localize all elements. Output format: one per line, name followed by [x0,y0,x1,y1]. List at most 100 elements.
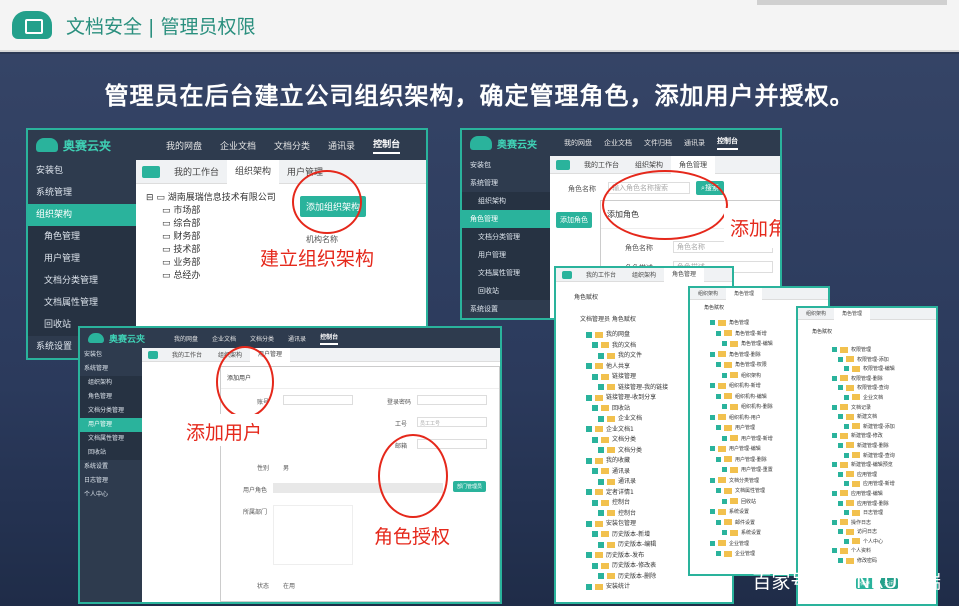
checkbox-checked-icon[interactable] [710,446,715,451]
checkbox-checked-icon[interactable] [592,373,598,380]
sidebar-item-org[interactable]: 组织架构 [80,376,142,390]
tree-node[interactable]: 我的文件 [586,351,668,362]
sidebar-item-install[interactable]: 安装包 [80,348,142,362]
checkbox-checked-icon[interactable] [710,414,715,420]
tree-node[interactable]: 文档记录 [832,404,895,414]
checkbox-checked-icon[interactable] [844,538,849,544]
checkbox-checked-icon[interactable] [838,529,843,535]
tree-node[interactable]: 用户管理-编辑 [710,444,773,455]
tree-node[interactable]: 应用管理-编辑 [832,490,895,500]
tree-node[interactable]: 新建管理-添加 [832,423,895,433]
tree-node[interactable]: 文档属性管理 [710,486,773,497]
permission-tree[interactable]: 我的网盘 我的文档 我的文件 他人共享 链接管理 链接管理-我的链接 链接管理-收到分享 回收… [586,330,668,593]
checkbox-checked-icon[interactable] [710,477,715,483]
checkbox-checked-icon[interactable] [832,462,837,468]
checkbox-checked-icon[interactable] [722,404,727,409]
tree-node[interactable]: 控制台 [586,498,668,509]
checkbox-checked-icon[interactable] [832,433,837,439]
sidebar-item-doc-cat[interactable]: 文档分类管理 [462,228,550,246]
tree-node[interactable]: 用户管理-重置 [710,465,773,476]
checkbox-checked-icon[interactable] [592,531,598,537]
checkbox-checked-icon[interactable] [832,519,837,525]
tree-node[interactable]: ▭ 财务部 [146,231,276,244]
tree-node[interactable]: 权限管理-编辑 [832,365,895,375]
tree-node[interactable]: 企业文档 [832,394,895,404]
checkbox-checked-icon[interactable] [586,552,592,558]
add-role-button[interactable]: 添加角色 [556,212,592,228]
nav-console[interactable]: 控制台 [373,137,401,154]
sidebar-item-recycle[interactable]: 回收站 [80,446,142,460]
tree-node[interactable]: 用户管理-删除 [710,455,773,466]
checkbox-checked-icon[interactable] [838,471,843,477]
checkbox-checked-icon[interactable] [844,394,849,400]
sidebar-item-role[interactable]: 角色管理 [28,226,136,248]
checkbox-checked-icon[interactable] [722,498,727,504]
tree-node[interactable]: 回收站 [710,497,773,508]
checkbox-checked-icon[interactable] [586,331,592,338]
permission-tree[interactable]: 权限管理 权限管理-添加 权限管理-编辑 权限管理-删除 权限管理-查询 企业文档 文档记录… [832,346,895,567]
checkbox-checked-icon[interactable] [716,362,721,367]
tree-root[interactable]: ⊟ ▭ 湖南展瑞信息技术有限公司 [146,192,276,205]
tree-node[interactable]: 访问日志 [832,528,895,538]
tab-workbench[interactable]: 我的工作台 [578,270,624,279]
sidebar-item-org[interactable]: 组织架构 [28,204,136,226]
job-no-input[interactable]: 员工工号 [417,417,487,427]
tab-org[interactable]: 组织架构 [227,159,280,184]
checkbox-checked-icon[interactable] [586,363,592,369]
checkbox-checked-icon[interactable] [716,519,721,525]
checkbox-checked-icon[interactable] [832,404,837,410]
sidebar-item-settings[interactable]: 系统设置 [80,460,142,474]
tree-node[interactable]: 他人共享 [586,362,668,373]
checkbox-checked-icon[interactable] [716,456,721,462]
nav-enterprise-docs[interactable]: 企业文档 [212,334,236,343]
tree-node[interactable]: 系统设置 [710,528,773,539]
tree-node[interactable]: 应用管理-删除 [832,500,895,510]
tree-node[interactable]: 角色管理 [710,318,773,329]
tree-node[interactable]: 新建管理-删除 [832,442,895,452]
status-value[interactable]: 在用 [283,581,295,590]
tree-node[interactable]: 历史版本-修改表 [586,561,668,572]
checkbox-checked-icon[interactable] [592,562,598,569]
tree-node[interactable]: 企业管理 [710,539,773,550]
tree-node[interactable]: 组织机构-新增 [710,381,773,392]
tree-node[interactable]: ▭ 技术部 [146,244,276,257]
checkbox-checked-icon[interactable] [586,457,592,464]
tree-node[interactable]: 个人资料 [832,547,895,557]
checkbox-checked-icon[interactable] [722,530,727,535]
tree-node[interactable]: 通讯录 [586,477,668,488]
checkbox-checked-icon[interactable] [838,500,843,506]
checkbox-checked-icon[interactable] [838,356,843,362]
tree-node[interactable]: 组织机构-删除 [710,402,773,413]
tree-node[interactable]: 历史版本-编辑 [586,540,668,551]
role-selected-button[interactable]: 部门管理员 [453,481,487,492]
tree-node[interactable]: ▭ 市场部 [146,205,276,218]
tree-node[interactable]: 控制台 [586,509,668,520]
tree-node[interactable]: 操作日志 [832,519,895,529]
checkbox-checked-icon[interactable] [598,478,604,485]
nav-doc-category[interactable]: 文档分类 [274,139,310,152]
sidebar-item-doc-cat[interactable]: 文档分类管理 [28,270,136,292]
tree-node[interactable]: 角色管理-删除 [710,350,773,361]
checkbox-checked-icon[interactable] [710,351,715,357]
sidebar-item-install[interactable]: 安装包 [28,160,136,182]
tree-node[interactable]: 新建管理-编辑预览 [832,461,895,471]
sidebar-item-user[interactable]: 用户管理 [80,418,142,432]
checkbox-checked-icon[interactable] [586,583,592,590]
sidebar-item-system[interactable]: 系统管理 [80,362,142,376]
checkbox-checked-icon[interactable] [844,481,849,487]
tree-node[interactable]: ▭ 业务部 [146,257,276,270]
nav-contacts[interactable]: 通讯录 [684,138,705,148]
checkbox-checked-icon[interactable] [722,341,727,346]
tree-node[interactable]: 新建管理-修改 [832,432,895,442]
tree-node[interactable]: 文档分类 [586,446,668,457]
checkbox-checked-icon[interactable] [716,551,721,556]
menu-toggle-icon[interactable] [562,270,572,279]
tab-org[interactable]: 组织架构 [690,290,726,297]
sidebar-item-logs[interactable]: 日志管理 [80,474,142,488]
sidebar-item-user[interactable]: 用户管理 [462,246,550,264]
tree-node[interactable]: 回收站 [586,404,668,415]
sidebar-item-logs[interactable]: 日志管理 [462,318,550,320]
checkbox-checked-icon[interactable] [710,383,715,388]
checkbox-checked-icon[interactable] [586,394,592,401]
checkbox-checked-icon[interactable] [598,352,604,359]
